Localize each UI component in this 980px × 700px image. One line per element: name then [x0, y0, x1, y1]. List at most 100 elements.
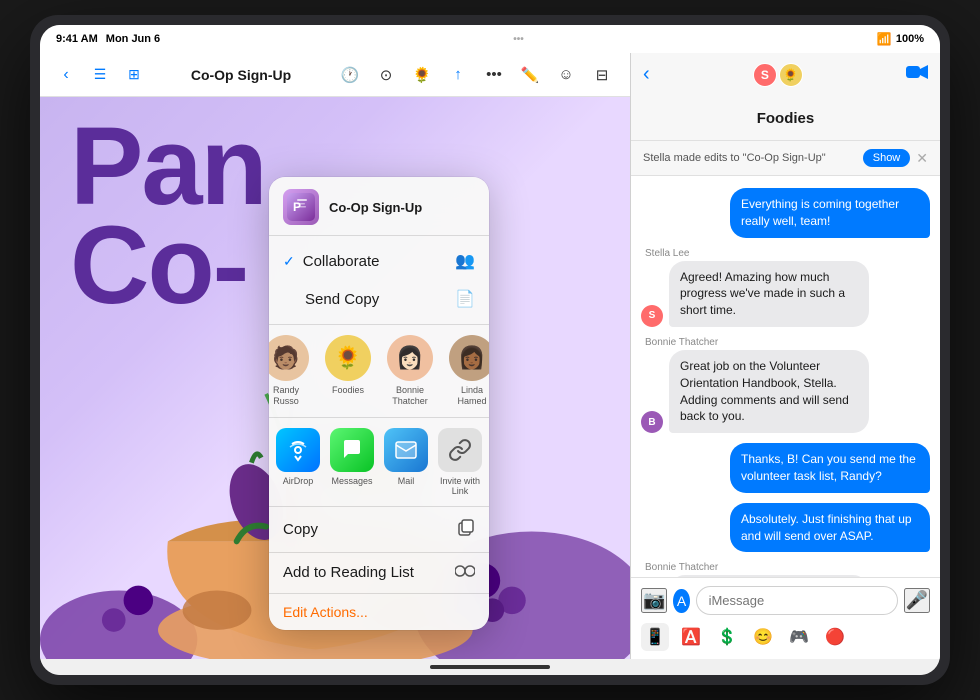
status-right: 📶 100%: [877, 32, 924, 46]
apps-row: 📱 🅰️ 💲 😊 🎮 🔴: [641, 623, 930, 651]
mail-service[interactable]: Mail: [384, 428, 428, 496]
message-3: B Great job on the Volunteer Orientation…: [641, 350, 930, 433]
person-name-foodies: Foodies: [332, 385, 364, 396]
message-5: Absolutely. Just finishing that up and w…: [641, 503, 930, 553]
app-icon-6[interactable]: 🔴: [821, 623, 849, 651]
collaborate-label: Collaborate: [303, 253, 380, 270]
input-row: 📷 A 🎤: [641, 586, 930, 615]
more-button[interactable]: •••: [478, 59, 510, 91]
share-button[interactable]: ↑: [442, 59, 474, 91]
main-area: ‹ ☰ ⊞ Co-Op Sign-Up 🕐 ⊙ 🌻 ↑ ••• ✏️ ☺ ⊟: [40, 53, 940, 659]
pages-panel: ‹ ☰ ⊞ Co-Op Sign-Up 🕐 ⊙ 🌻 ↑ ••• ✏️ ☺ ⊟: [40, 53, 630, 659]
app-icon-1[interactable]: 📱: [641, 623, 669, 651]
show-button[interactable]: Show: [863, 149, 911, 167]
share-options-section: ✓ Collaborate 👥 Send Copy 📄: [269, 236, 489, 325]
link-icon: [438, 428, 482, 472]
messages-back-button[interactable]: ‹: [643, 63, 650, 86]
copy-action[interactable]: Copy: [269, 507, 489, 553]
doc-icon: P: [283, 189, 319, 225]
bubble-1: Everything is coming together really wel…: [730, 188, 930, 238]
edit-notif-text: Stella made edits to "Co-Op Sign-Up": [643, 152, 826, 164]
doc-title: Co-Op Sign-Up: [156, 67, 326, 83]
grid-button[interactable]: ⊞: [120, 61, 148, 89]
app-icon-5[interactable]: 🎮: [785, 623, 813, 651]
person-avatar-bonnie: 👩🏻: [387, 335, 433, 381]
top-center-dots: •••: [513, 34, 524, 45]
edit-notification: Stella made edits to "Co-Op Sign-Up" Sho…: [631, 141, 940, 176]
messages-subtitle: Foodies: [631, 97, 940, 141]
sender-bonnie-1: Bonnie Thatcher: [641, 337, 930, 350]
messages-icon: [330, 428, 374, 472]
message-2: S Agreed! Amazing how much progress we'v…: [641, 261, 930, 327]
send-copy-label: Send Copy: [305, 291, 379, 308]
sunflower-button[interactable]: 🌻: [406, 59, 438, 91]
message-4: Thanks, B! Can you send me the volunteer…: [641, 443, 930, 493]
copy-icon: [457, 518, 475, 541]
pencil-button[interactable]: ✏️: [514, 59, 546, 91]
bubble-4: Thanks, B! Can you send me the volunteer…: [730, 443, 930, 493]
messages-list[interactable]: Everything is coming together really wel…: [631, 176, 940, 577]
status-left: 9:41 AM Mon Jun 6: [56, 33, 160, 45]
msg-group-bonnie-1: Bonnie Thatcher B Great job on the Volun…: [641, 337, 930, 433]
airdrop-label: AirDrop: [283, 476, 314, 486]
sidebar-button[interactable]: ☰: [86, 61, 114, 89]
mail-icon: [384, 428, 428, 472]
copy-label: Copy: [283, 521, 318, 538]
doc-icon-inner: P: [283, 189, 319, 225]
app-icon-memoji[interactable]: 😊: [749, 623, 777, 651]
time: 9:41 AM: [56, 33, 98, 45]
share-popup: P Co-Op Sign-Up: [269, 177, 489, 630]
home-bar: [430, 665, 550, 669]
sender-bonnie-2: Bonnie Thatcher: [641, 562, 930, 575]
edit-actions[interactable]: Edit Actions...: [269, 594, 489, 630]
messages-top-bar: ‹ S 🌻: [631, 53, 940, 97]
mail-label: Mail: [398, 476, 415, 486]
app-icon-2[interactable]: 🅰️: [677, 623, 705, 651]
app-icon-apple-cash[interactable]: 💲: [713, 623, 741, 651]
video-call-button[interactable]: [906, 64, 928, 85]
person-name-bonnie: BonnieThatcher: [392, 385, 428, 407]
bubble-3: Great job on the Volunteer Orientation H…: [669, 350, 869, 433]
avatar-bonnie-1: B: [641, 411, 663, 433]
checkmark-icon: ✓: [283, 253, 295, 270]
person-name-linda: LindaHamed: [457, 385, 486, 407]
mic-button[interactable]: 🎤: [904, 588, 930, 613]
back-button[interactable]: ‹: [52, 61, 80, 89]
person-bonnie[interactable]: 👩🏻 BonnieThatcher: [387, 335, 433, 407]
send-copy-option[interactable]: Send Copy 📄: [269, 280, 489, 318]
messages-group-avatars: S 🌻: [658, 63, 898, 87]
collaborate-option[interactable]: ✓ Collaborate 👥: [269, 242, 489, 280]
reading-list-icon: [455, 564, 475, 582]
date: Mon Jun 6: [106, 33, 160, 45]
messages-service[interactable]: Messages: [330, 428, 374, 496]
clock-button[interactable]: 🕐: [334, 59, 366, 91]
send-copy-option-left: Send Copy: [283, 291, 379, 308]
battery: 100%: [896, 33, 924, 45]
person-linda[interactable]: 👩🏾 LindaHamed: [449, 335, 489, 407]
airdrop-service[interactable]: AirDrop: [276, 428, 320, 496]
person-avatar-linda: 👩🏾: [449, 335, 489, 381]
emoji-button[interactable]: ☺: [550, 59, 582, 91]
reading-list-label: Add to Reading List: [283, 564, 414, 581]
wifi-icon: 📶: [877, 32, 892, 46]
person-randy[interactable]: 🧑🏽 RandyRusso: [269, 335, 309, 407]
apps-button[interactable]: A: [673, 589, 689, 613]
avatar-stella-1: S: [641, 305, 663, 327]
airdrop-icon: [276, 428, 320, 472]
camera-button[interactable]: 📷: [641, 588, 667, 613]
services-row: AirDrop Messages: [269, 418, 489, 507]
reading-list-action[interactable]: Add to Reading List: [269, 553, 489, 594]
status-bar: 9:41 AM Mon Jun 6 ••• 📶 100%: [40, 25, 940, 53]
mini-avatar-2: 🌻: [779, 63, 803, 87]
message-input[interactable]: [696, 586, 898, 615]
person-avatar-foodies: 🌻: [325, 335, 371, 381]
copy-button[interactable]: ⊙: [370, 59, 402, 91]
close-notification-button[interactable]: ✕: [916, 150, 928, 167]
popup-header: P Co-Op Sign-Up: [269, 177, 489, 236]
format-button[interactable]: ⊟: [586, 59, 618, 91]
popup-doc-title: Co-Op Sign-Up: [329, 200, 422, 215]
collaborate-option-left: ✓ Collaborate: [283, 253, 379, 270]
invite-link-service[interactable]: Invite withLink: [438, 428, 482, 496]
person-name-randy: RandyRusso: [273, 385, 299, 407]
person-foodies[interactable]: 🌻 Foodies: [325, 335, 371, 407]
